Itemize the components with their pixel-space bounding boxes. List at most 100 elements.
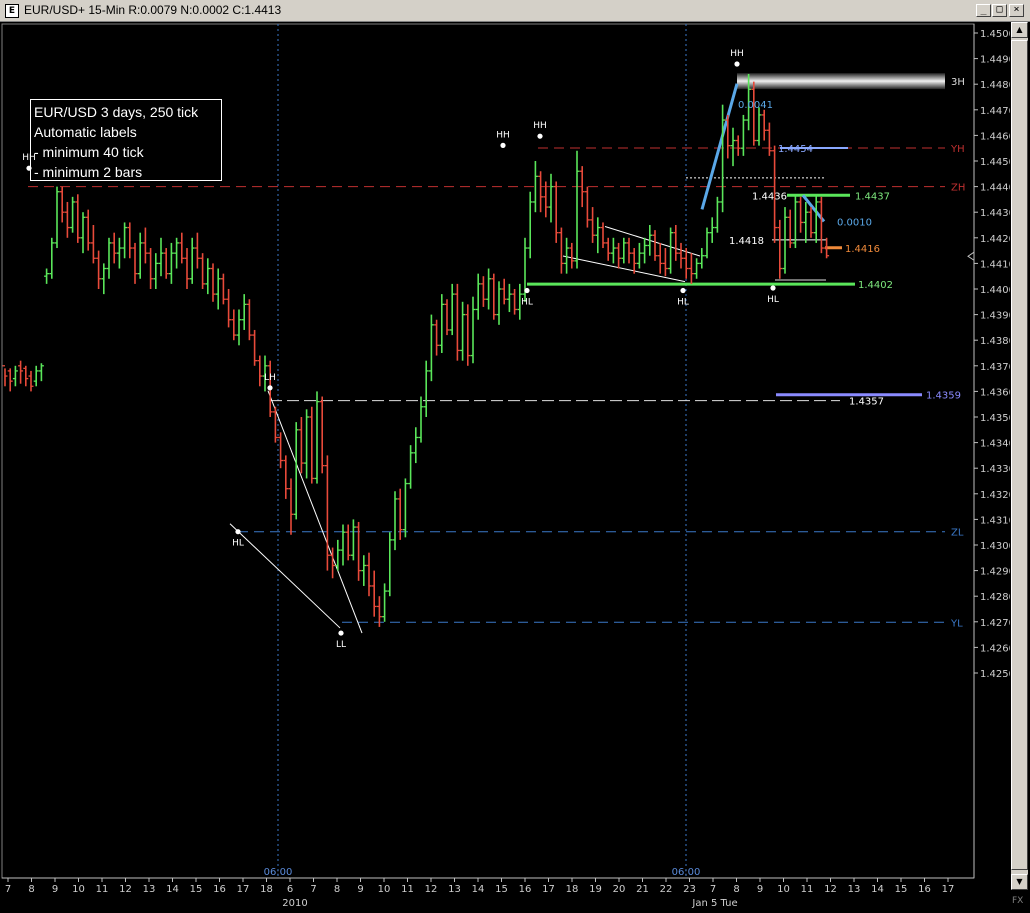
window-title: EUR/USD+ 15-Min R:0.0079 N:0.0002 C:1.44…: [24, 3, 282, 17]
swing-label: HH: [533, 121, 547, 131]
y-tick-label: 1.4490: [980, 55, 1010, 66]
y-tick-label: 1.4350: [980, 413, 1010, 424]
price-label: 1.4402: [858, 280, 893, 291]
x-tick-label: 15: [190, 884, 203, 895]
swing-point-dot: [338, 630, 344, 636]
chart-app-icon: E: [5, 4, 19, 18]
price-label: 1.4437: [855, 191, 890, 202]
x-tick-label: 8: [28, 884, 34, 895]
scroll-thumb[interactable]: [1011, 40, 1028, 870]
price-label: 1.4418: [729, 236, 764, 247]
y-tick-label: 1.4340: [980, 439, 1010, 450]
x-tick-label: 17: [237, 884, 250, 895]
level-label: YH: [950, 144, 965, 155]
y-tick-label: 1.4280: [980, 592, 1010, 603]
close-button[interactable]: ×: [1009, 4, 1024, 17]
x-tick-label: 9: [357, 884, 363, 895]
swing-label: LL: [336, 640, 346, 650]
y-tick-label: 1.4420: [980, 234, 1010, 245]
session-marker-label: 06:00: [264, 867, 293, 878]
swing-point-dot: [267, 385, 273, 391]
x-tick-label: 14: [472, 884, 485, 895]
swing-label: HL: [521, 298, 533, 308]
x-tick-label: 8: [334, 884, 340, 895]
swing-label: HL: [677, 298, 689, 308]
x-tick-label: 16: [519, 884, 532, 895]
scroll-down-button[interactable]: ▼: [1011, 874, 1028, 890]
y-tick-label: 1.4300: [980, 541, 1010, 552]
price-label: 1.4359: [926, 391, 961, 402]
x-tick-label: 11: [96, 884, 109, 895]
x-tick-label: 13: [448, 884, 461, 895]
x-tick-label: 12: [119, 884, 132, 895]
x-tick-label: 9: [757, 884, 763, 895]
info-annotation-box: EUR/USD 3 days, 250 tick Automatic label…: [30, 99, 222, 181]
level-label: ZL: [951, 528, 964, 539]
info-line-4: - minimum 2 bars: [34, 164, 143, 180]
swing-point-dot: [500, 142, 506, 148]
x-tick-label: 6: [287, 884, 293, 895]
price-label: 1.4436: [752, 191, 787, 202]
swing-label: HH: [730, 49, 744, 59]
y-tick-label: 1.4470: [980, 106, 1010, 117]
x-tick-label: 14: [871, 884, 884, 895]
y-tick-label: 1.4460: [980, 131, 1010, 142]
x-tick-label: 13: [848, 884, 861, 895]
session-marker-label: 06:00: [672, 867, 701, 878]
y-tick-label: 1.4410: [980, 259, 1010, 270]
y-tick-label: 1.4430: [980, 208, 1010, 219]
x-tick-label: 23: [683, 884, 696, 895]
x-tick-label: 19: [589, 884, 602, 895]
y-tick-label: 1.4500: [980, 29, 1010, 40]
x-tick-label: 17: [942, 884, 955, 895]
y-tick-label: 1.4370: [980, 362, 1010, 373]
x-tick-label: 22: [660, 884, 673, 895]
window-titlebar[interactable]: E EUR/USD+ 15-Min R:0.0079 N:0.0002 C:1.…: [0, 0, 1030, 22]
x-tick-label: 10: [777, 884, 790, 895]
price-label: 1.4454: [778, 144, 813, 155]
vertical-scrollbar[interactable]: ▲ ▼: [1011, 22, 1028, 890]
fx-corner-label: FX: [1012, 896, 1024, 906]
swing-point-dot: [524, 287, 530, 294]
x-tick-label: 16: [918, 884, 931, 895]
maximize-button[interactable]: □: [992, 4, 1007, 17]
x-year-label: 2010: [282, 898, 307, 909]
y-tick-label: 1.4330: [980, 464, 1010, 475]
x-tick-label: 21: [636, 884, 649, 895]
y-tick-label: 1.4250: [980, 669, 1010, 680]
x-tick-label: 12: [824, 884, 837, 895]
x-tick-label: 11: [801, 884, 814, 895]
swing-label: HL: [232, 539, 244, 549]
y-tick-label: 1.4360: [980, 387, 1010, 398]
swing-point-dot: [235, 529, 241, 535]
level-label: ZH: [951, 183, 965, 194]
price-label: 0.0041: [738, 100, 773, 111]
minimize-button[interactable]: _: [976, 4, 991, 17]
y-tick-label: 1.4320: [980, 490, 1010, 501]
swing-label: LH: [264, 373, 276, 383]
swing-point-dot: [770, 285, 776, 291]
level-label: YL: [950, 618, 963, 629]
level-band-3h: [737, 73, 945, 90]
swing-label: HH: [496, 130, 510, 140]
x-tick-label: 10: [378, 884, 391, 895]
x-tick-label: 18: [566, 884, 579, 895]
x-tick-label: 11: [401, 884, 414, 895]
price-label: 0.0010: [837, 217, 872, 228]
y-tick-label: 1.4450: [980, 157, 1010, 168]
y-tick-label: 1.4480: [980, 80, 1010, 91]
scroll-up-button[interactable]: ▲: [1011, 22, 1028, 38]
swing-point-dot: [537, 133, 543, 139]
x-tick-label: 20: [613, 884, 626, 895]
y-tick-label: 1.4270: [980, 618, 1010, 629]
y-tick-label: 1.4380: [980, 336, 1010, 347]
x-tick-label: 16: [213, 884, 226, 895]
y-tick-label: 1.4400: [980, 285, 1010, 296]
x-tick-label: 8: [733, 884, 739, 895]
swing-point-dot: [734, 61, 740, 67]
y-tick-label: 1.4310: [980, 515, 1010, 526]
price-label: 1.4357: [849, 397, 884, 408]
x-tick-label: 17: [542, 884, 555, 895]
x-tick-label: 15: [895, 884, 908, 895]
x-tick-label: 12: [425, 884, 438, 895]
